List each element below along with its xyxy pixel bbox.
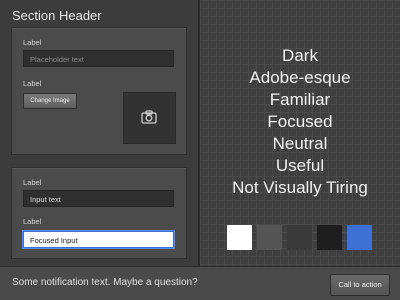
descriptor-word: Familiar <box>269 90 331 109</box>
field-label: Label <box>23 178 42 187</box>
field-label: Label <box>23 38 42 47</box>
change-image-button[interactable]: Change Image <box>23 93 77 109</box>
text-input[interactable]: Input text <box>23 190 174 207</box>
notification-bar: Some notification text. Maybe a question… <box>0 266 400 300</box>
placeholder-input[interactable]: Placeholder text <box>23 50 174 67</box>
color-swatch-5 <box>347 225 372 250</box>
color-swatch-3 <box>287 225 312 250</box>
left-pane: Section Header Label Placeholder text La… <box>0 0 198 266</box>
field-label: Label <box>23 217 42 226</box>
notification-text: Some notification text. Maybe a question… <box>12 277 198 288</box>
focused-input[interactable]: Focused Input <box>23 231 174 248</box>
descriptor-word: Useful <box>275 156 325 175</box>
section-header: Section Header <box>12 8 102 23</box>
form-panel-1: Label Placeholder text Label Change Imag… <box>11 27 187 155</box>
color-swatch-2 <box>257 225 282 250</box>
field-label: Label <box>23 79 42 88</box>
color-swatch-4 <box>317 225 342 250</box>
image-well[interactable] <box>123 92 176 144</box>
color-swatch-1 <box>227 225 252 250</box>
camera-icon <box>141 110 157 124</box>
descriptor-list: Dark Adobe-esque Familiar Focused Neutra… <box>200 45 400 199</box>
form-panel-2: Label Input text Label Focused Input <box>11 167 187 259</box>
descriptor-word: Not Visually Tiring <box>232 178 368 197</box>
descriptor-word: Adobe-esque <box>249 68 351 87</box>
descriptor-word: Focused <box>267 112 333 131</box>
call-to-action-button[interactable]: Call to action <box>330 274 390 296</box>
descriptor-word: Dark <box>282 46 318 65</box>
descriptor-word: Neutral <box>272 134 328 153</box>
